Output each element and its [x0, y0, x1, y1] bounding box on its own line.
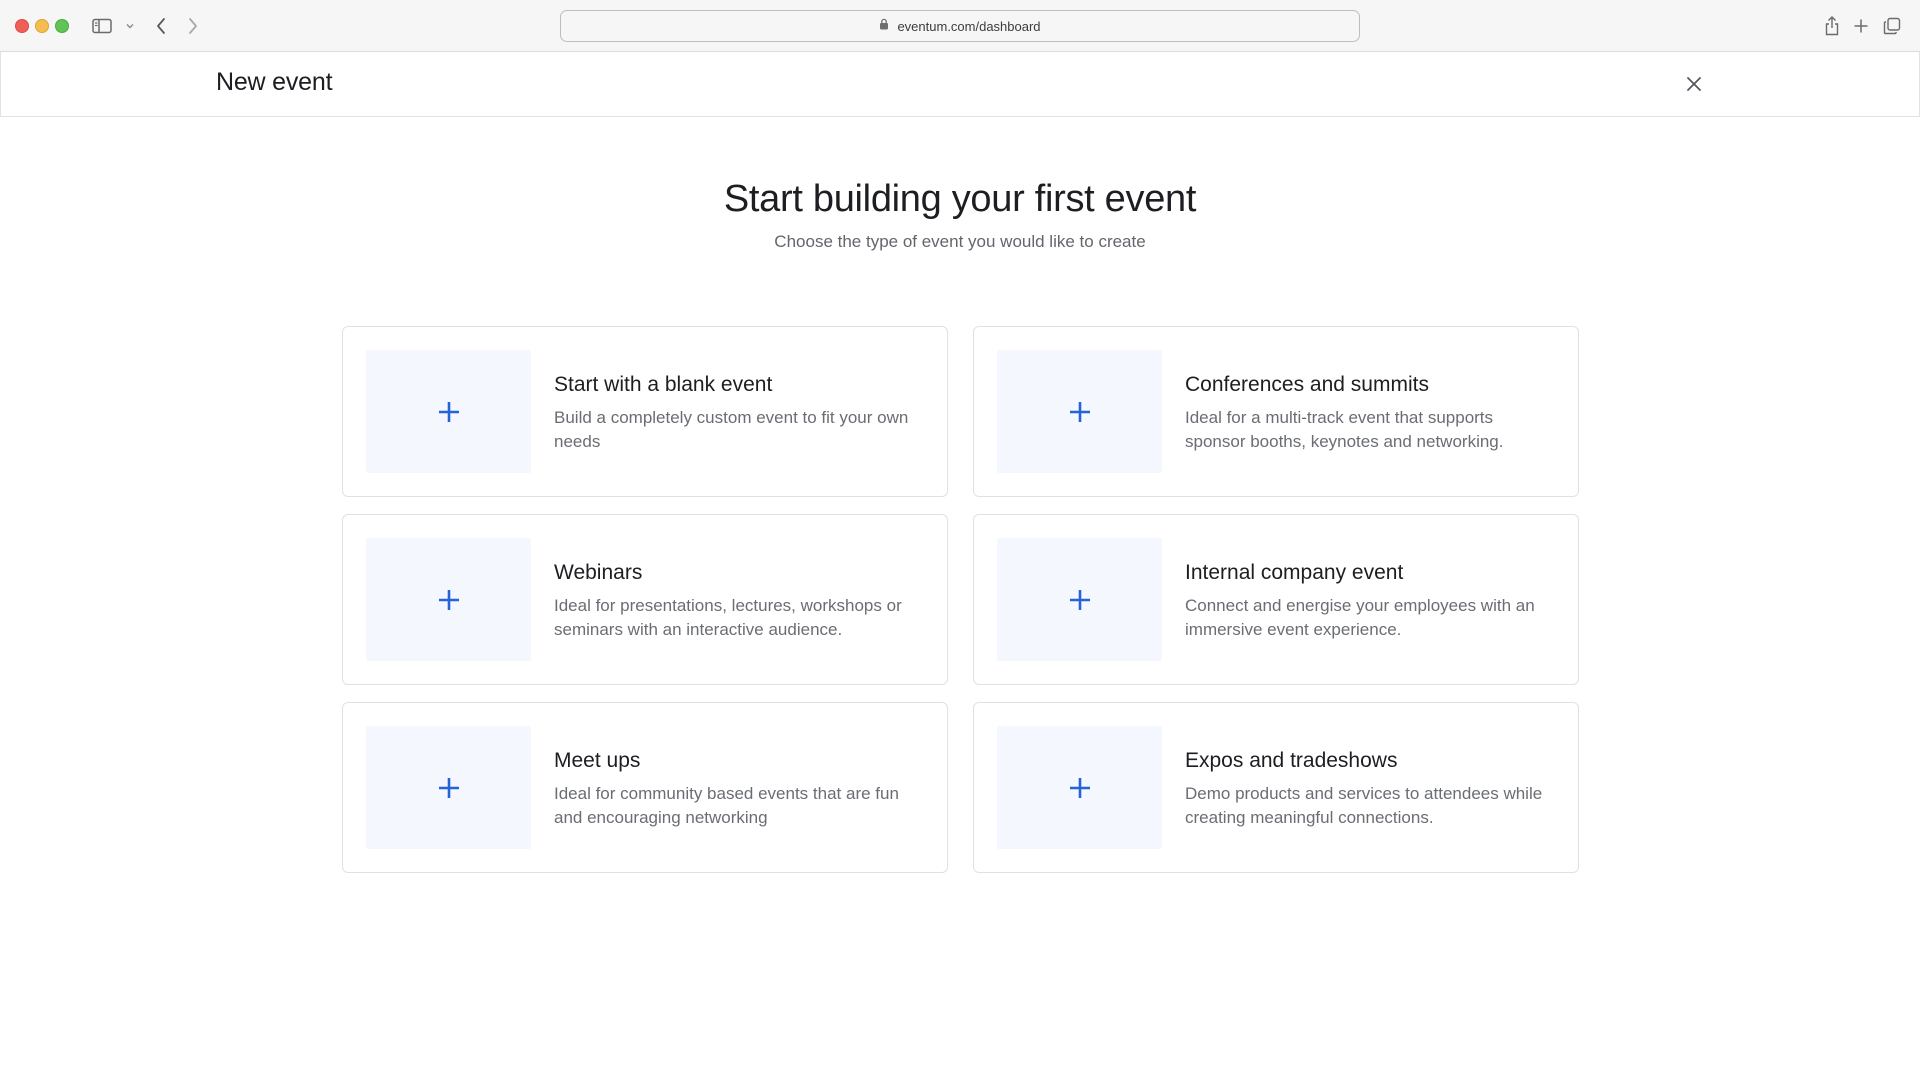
event-type-card-meetups[interactable]: Meet ups Ideal for community based event… [342, 702, 948, 873]
event-type-thumbnail [366, 350, 531, 473]
modal-title: New event [216, 68, 333, 96]
minimize-window-button[interactable] [35, 19, 49, 33]
close-button[interactable] [1681, 71, 1707, 97]
page-heading: Start building your first event [723, 178, 1197, 220]
event-type-card-conferences[interactable]: Conferences and summits Ideal for a mult… [973, 326, 1579, 497]
zoom-window-button[interactable] [55, 19, 69, 33]
plus-icon [438, 777, 459, 798]
event-type-card-blank[interactable]: Start with a blank event Build a complet… [342, 326, 948, 497]
event-type-description: Build a completely custom event to fit y… [554, 408, 909, 451]
event-type-title: Expos and tradeshows [1185, 749, 1398, 772]
event-type-description: Ideal for community based events that ar… [554, 784, 899, 827]
event-type-description: Ideal for presentations, lectures, works… [554, 596, 902, 639]
new-tab-icon[interactable] [1852, 14, 1870, 38]
browser-toolbar: eventum.com/dashboard [0, 0, 1920, 52]
lock-icon [879, 17, 889, 35]
event-type-card-webinars[interactable]: Webinars Ideal for presentations, lectur… [342, 514, 948, 685]
plus-icon [438, 589, 459, 610]
event-type-title: Meet ups [554, 749, 641, 772]
event-type-title: Conferences and summits [1185, 373, 1429, 396]
event-type-title: Webinars [554, 561, 643, 584]
event-type-description: Demo products and services to attendees … [1185, 784, 1543, 827]
page-subheading: Choose the type of event you would like … [774, 232, 1146, 251]
event-type-thumbnail [366, 726, 531, 849]
close-window-button[interactable] [15, 19, 29, 33]
plus-icon [1069, 401, 1090, 422]
event-type-thumbnail [997, 350, 1162, 473]
event-type-thumbnail [997, 538, 1162, 661]
chevron-down-icon[interactable] [124, 14, 136, 38]
event-type-thumbnail [997, 726, 1162, 849]
plus-icon [1069, 777, 1090, 798]
event-type-description: Ideal for a multi-track event that suppo… [1185, 408, 1504, 451]
event-type-title: Start with a blank event [554, 373, 773, 396]
event-type-thumbnail [366, 538, 531, 661]
url-text: eventum.com/dashboard [897, 18, 1041, 34]
modal-header: New event [0, 52, 1920, 117]
event-type-description: Connect and energise your employees with… [1185, 596, 1535, 639]
share-icon[interactable] [1823, 14, 1841, 38]
event-type-grid: Start with a blank event Build a complet… [342, 326, 1579, 873]
close-icon [1687, 77, 1701, 91]
event-type-title: Internal company event [1185, 561, 1404, 584]
back-icon[interactable] [153, 14, 169, 38]
plus-icon [438, 401, 459, 422]
address-bar[interactable]: eventum.com/dashboard [560, 10, 1360, 42]
sidebar-icon[interactable] [91, 14, 113, 38]
plus-icon [1069, 589, 1090, 610]
forward-icon[interactable] [185, 14, 201, 38]
tabs-overview-icon[interactable] [1882, 14, 1902, 38]
event-type-card-expos[interactable]: Expos and tradeshows Demo products and s… [973, 702, 1579, 873]
event-type-card-internal[interactable]: Internal company event Connect and energ… [973, 514, 1579, 685]
